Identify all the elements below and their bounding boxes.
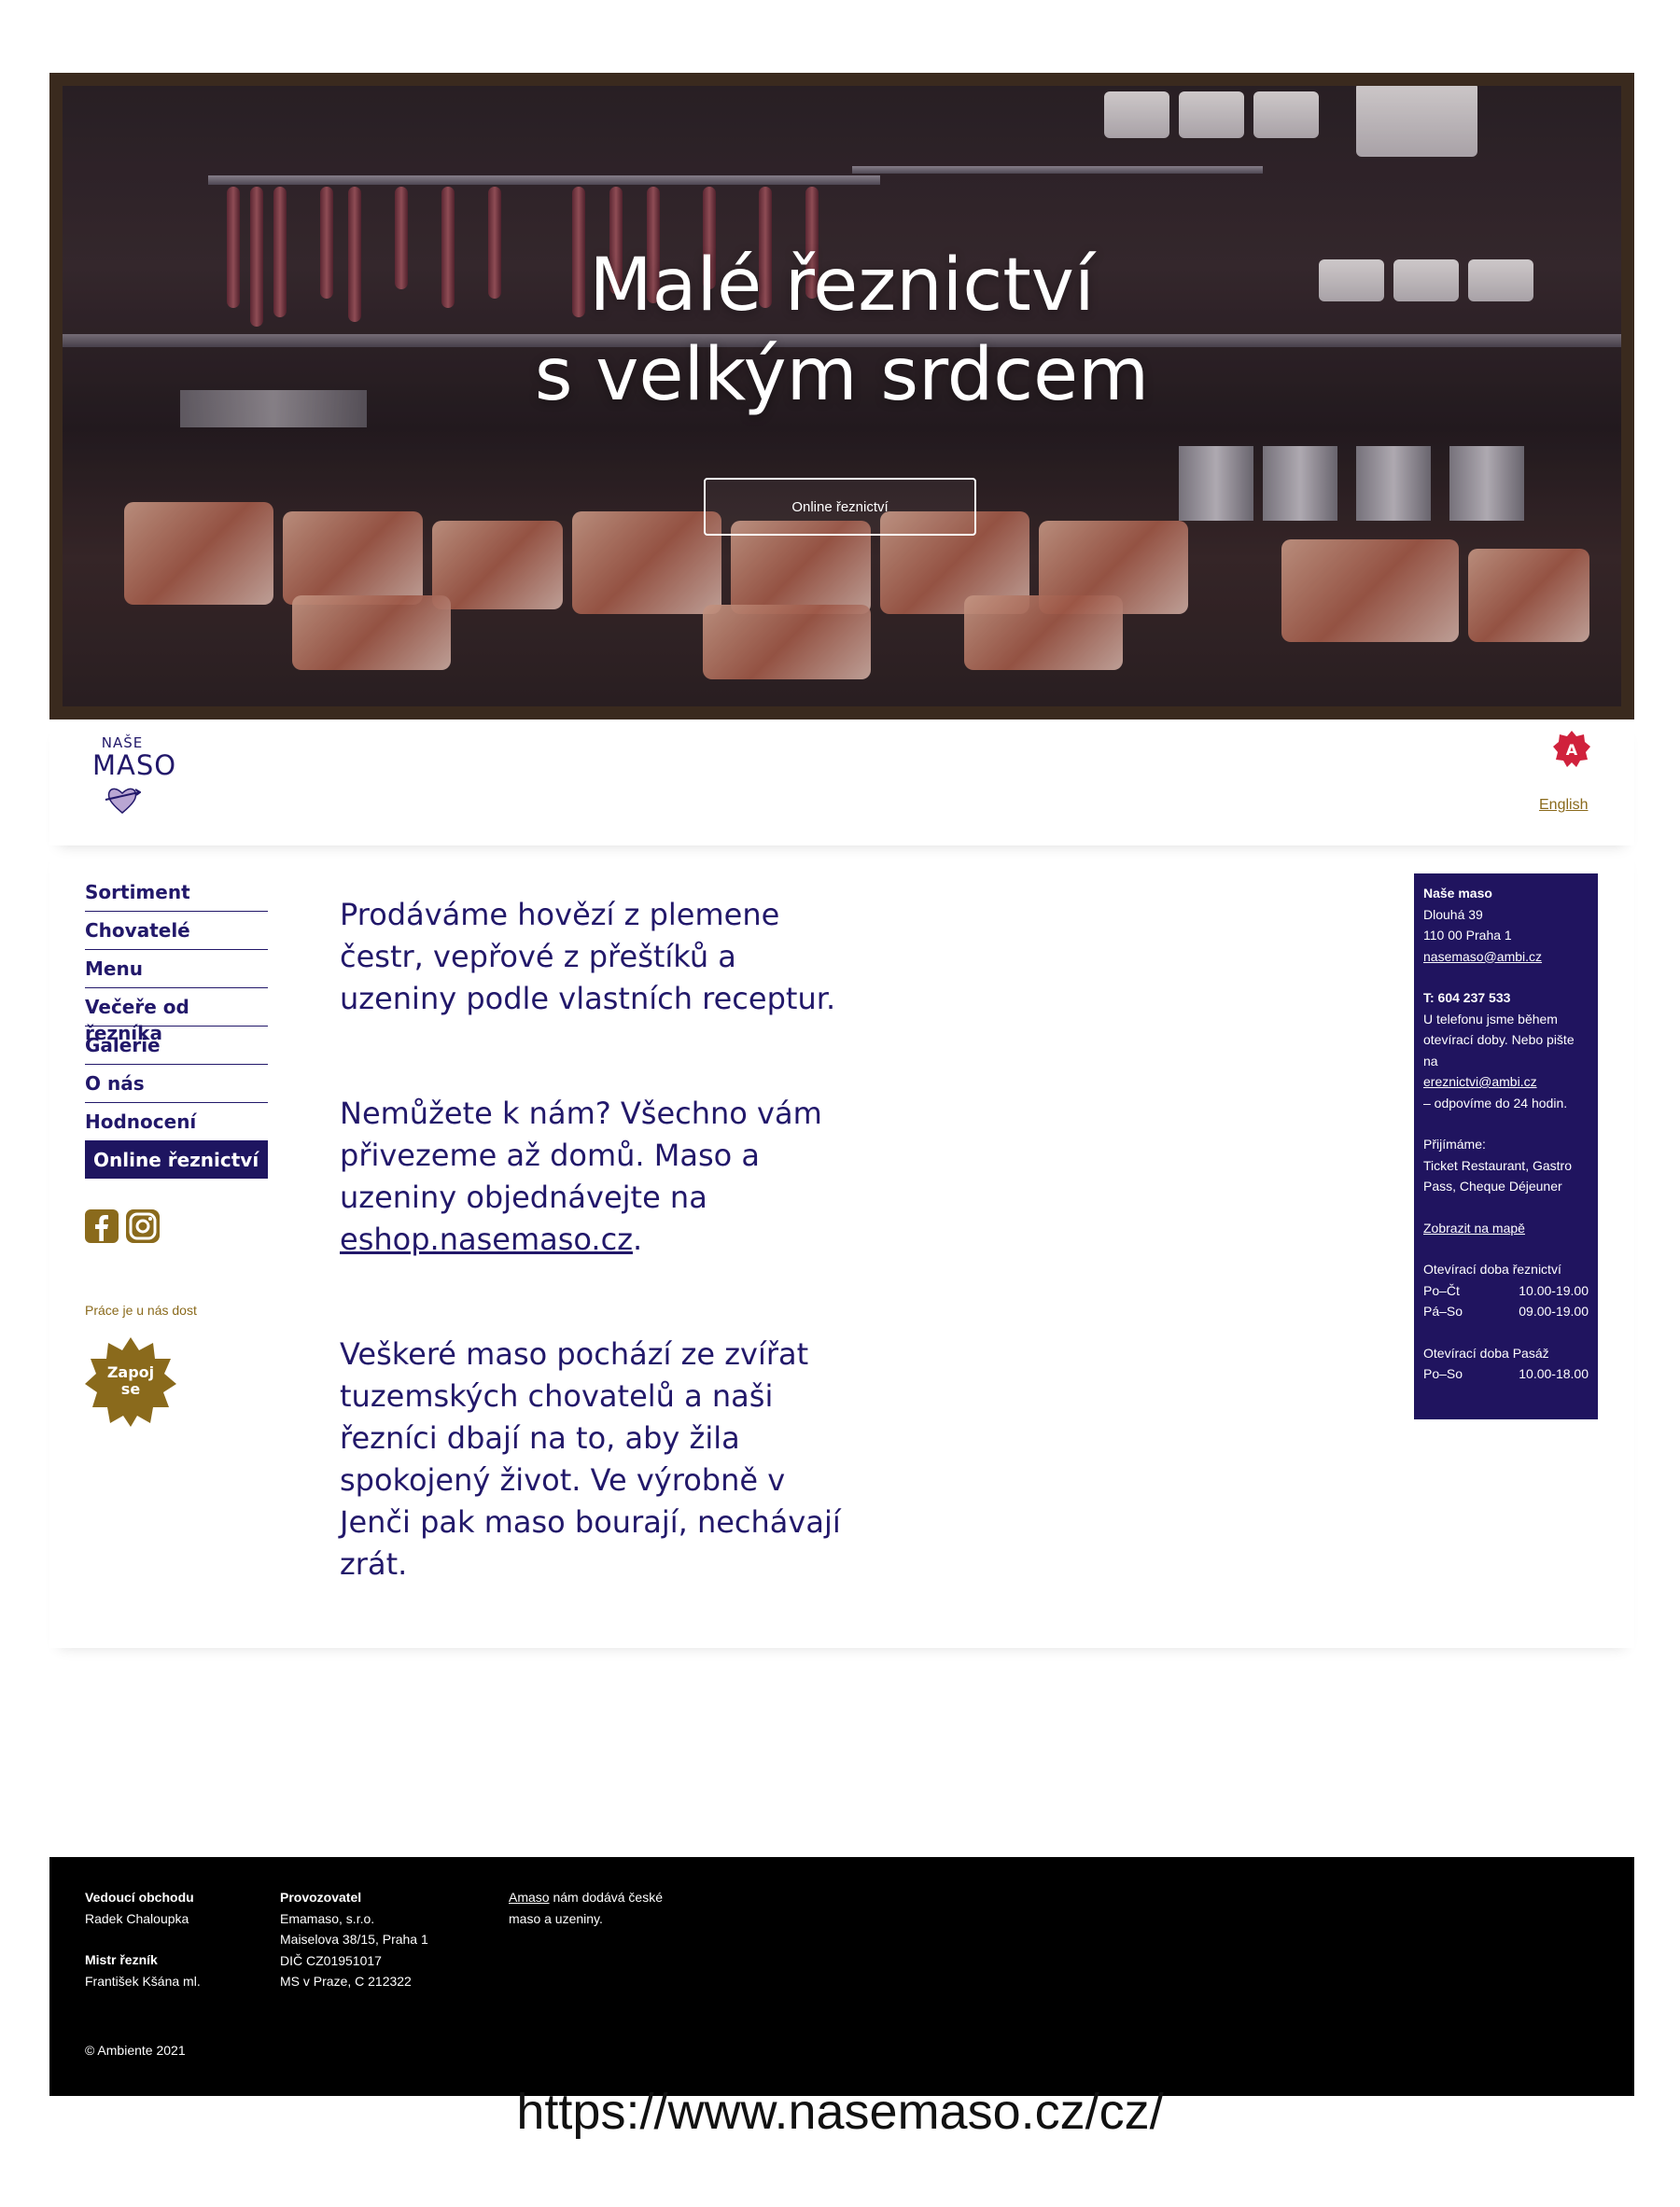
jobs-text: Práce je u nás dost	[85, 1303, 197, 1318]
address-street: Dlouhá 39	[1423, 906, 1483, 922]
intro-paragraph: Prodáváme hovězí z plemene čestr, vepřov…	[340, 897, 836, 1016]
hours-time: 09.00-19.00	[1519, 1304, 1589, 1319]
nav-item-chovatele[interactable]: Chovatelé	[85, 912, 268, 950]
manager-title: Vedoucí obchodu	[85, 1890, 194, 1905]
hours-time: 10.00-18.00	[1519, 1366, 1589, 1381]
hours-passage-title: Otevírací doba Pasáž	[1423, 1345, 1549, 1361]
contact-info-box: Naše maso Dlouhá 39 110 00 Praha 1 nasem…	[1414, 873, 1598, 1419]
copyright: © Ambiente 2021	[85, 2043, 186, 2058]
reply-note: – odpovíme do 24 hodin.	[1423, 1095, 1568, 1110]
join-line-2: se	[120, 1380, 141, 1398]
intro-content: Prodáváme hovězí z plemene čestr, vepřov…	[340, 894, 862, 1658]
join-us-text: Zapoj se	[85, 1335, 176, 1427]
logo-big-text: MASO	[92, 749, 177, 781]
social-links	[85, 1209, 160, 1243]
phone-number[interactable]: T: 604 237 533	[1423, 990, 1510, 1005]
hours-days: Po–So	[1423, 1366, 1463, 1381]
hero-banner: Malé řeznictví s velkým srdcem Online ře…	[49, 73, 1634, 719]
site-header: NAŠE MASO A English	[49, 719, 1634, 845]
heart-arrow-icon	[105, 788, 142, 814]
join-line-1: Zapoj	[106, 1363, 155, 1381]
footer-supplier: Amaso nám dodává české maso a uzeniny.	[509, 1887, 663, 1929]
hero-title: Malé řeznictví s velkým srdcem	[49, 241, 1634, 420]
hours-days: Po–Čt	[1423, 1282, 1460, 1298]
operator-line: Emamaso, s.r.o.	[280, 1910, 375, 1926]
site-footer: Vedoucí obchodu Radek Chaloupka Mistr ře…	[49, 1857, 1634, 2096]
nav-item-menu[interactable]: Menu	[85, 950, 268, 988]
online-shop-button[interactable]: Online řeznictví	[704, 478, 976, 536]
manager-name: Radek Chaloupka	[85, 1910, 189, 1926]
order-email-link[interactable]: ereznictvi@ambi.cz	[1423, 1071, 1589, 1093]
butcher-name: František Kšána ml.	[85, 1973, 201, 1989]
nav-item-online-reznictvi[interactable]: Online řeznictví	[85, 1141, 268, 1179]
origin-paragraph: Veškeré maso pochází ze zvířat tuzemskýc…	[340, 1336, 841, 1582]
show-map-link[interactable]: Zobrazit na mapě	[1423, 1218, 1589, 1239]
hours-row: Pá–So 09.00-19.00	[1423, 1301, 1589, 1322]
butcher-title: Mistr řezník	[85, 1952, 158, 1967]
hero-title-line: s velkým srdcem	[534, 333, 1150, 417]
nav-item-hodnoceni[interactable]: Hodnocení	[85, 1103, 268, 1141]
operator-title: Provozovatel	[280, 1890, 362, 1905]
contact-email-link[interactable]: nasemaso@ambi.cz	[1423, 946, 1589, 968]
nav-item-galerie[interactable]: Galerie	[85, 1027, 268, 1065]
delivery-text-end: .	[632, 1222, 643, 1257]
nav-item-vecere[interactable]: Večeře od řezníka	[85, 988, 268, 1044]
footer-staff: Vedoucí obchodu Radek Chaloupka Mistr ře…	[85, 1887, 201, 1991]
hours-days: Pá–So	[1423, 1304, 1463, 1319]
main-section: Sortiment Chovatelé Menu Večeře od řezní…	[49, 845, 1634, 1648]
amaso-link[interactable]: Amaso	[509, 1890, 550, 1905]
instagram-icon[interactable]	[126, 1209, 160, 1243]
nav-item-o-nas[interactable]: O nás	[85, 1065, 268, 1103]
eshop-link[interactable]: eshop.nasemaso.cz	[340, 1222, 633, 1257]
join-us-badge[interactable]: Zapoj se	[85, 1335, 176, 1427]
language-switch-link[interactable]: English	[1539, 797, 1588, 814]
hours-row: Po–Čt 10.00-19.00	[1423, 1280, 1589, 1302]
nav-item-sortiment[interactable]: Sortiment	[85, 873, 268, 912]
footer-operator: Provozovatel Emamaso, s.r.o. Maiselova 3…	[280, 1887, 428, 1992]
hours-shop-title: Otevírací doba řeznictví	[1423, 1262, 1561, 1277]
operator-line: DIČ CZ01951017	[280, 1952, 382, 1968]
ambiente-badge-icon[interactable]: A	[1552, 729, 1591, 768]
delivery-text: Nemůžete k nám? Všechno vám přivezeme až…	[340, 1096, 822, 1215]
site-logo[interactable]: NAŠE MASO	[92, 734, 177, 821]
phone-note: U telefonu jsme během otevírací doby. Ne…	[1423, 1011, 1575, 1069]
hours-row: Po–So 10.00-18.00	[1423, 1363, 1589, 1385]
facebook-icon[interactable]	[85, 1209, 119, 1243]
url-caption: https://www.nasemaso.cz/cz/	[516, 2084, 1164, 2140]
badge-letter: A	[1566, 741, 1578, 759]
hours-time: 10.00-19.00	[1519, 1282, 1589, 1298]
operator-line: Maiselova 38/15, Praha 1	[280, 1932, 428, 1947]
supplier-text: maso a uzeniny.	[509, 1910, 603, 1926]
accept-list: Ticket Restaurant, Gastro Pass, Cheque D…	[1423, 1157, 1572, 1194]
hero-title-line: Malé řeznictví	[589, 244, 1095, 328]
shop-name: Naše maso	[1423, 886, 1492, 901]
supplier-text: nám dodává české	[549, 1890, 663, 1905]
address-city: 110 00 Praha 1	[1423, 928, 1512, 943]
delivery-paragraph: Nemůžete k nám? Všechno vám přivezeme až…	[340, 1093, 862, 1261]
operator-line: MS v Praze, C 212322	[280, 1974, 412, 1989]
page: Malé řeznictví s velkým srdcem Online ře…	[49, 73, 1634, 2096]
accept-label: Přijímáme:	[1423, 1137, 1486, 1152]
main-nav: Sortiment Chovatelé Menu Večeře od řezní…	[85, 873, 268, 1179]
